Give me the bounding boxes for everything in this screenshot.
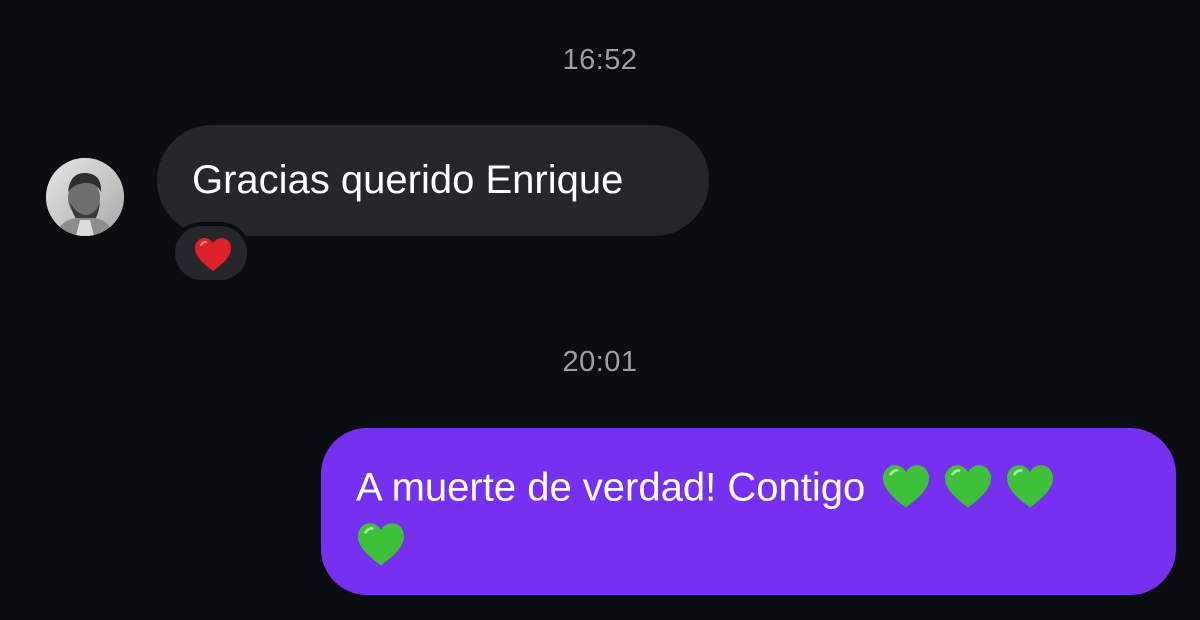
green-heart-icon xyxy=(945,465,992,508)
green-heart-icon xyxy=(883,465,930,508)
incoming-message-bubble[interactable]: Gracias querido Enrique xyxy=(157,125,709,236)
contact-avatar[interactable] xyxy=(46,158,124,236)
red-heart-icon xyxy=(195,238,231,271)
green-heart-icon xyxy=(358,523,404,566)
message-reaction[interactable] xyxy=(171,222,251,284)
incoming-message-text: Gracias querido Enrique xyxy=(192,158,624,202)
avatar-photo xyxy=(46,158,124,236)
chat-thread: 16:52 Gracias querido Enrique 20:01 A mu… xyxy=(0,0,1200,620)
timestamp: 20:01 xyxy=(562,346,638,378)
green-heart-icon xyxy=(1007,465,1054,508)
timestamp: 16:52 xyxy=(562,44,638,76)
outgoing-message-text: A muerte de verdad! Contigo xyxy=(356,465,866,510)
outgoing-message-bubble[interactable]: A muerte de verdad! Contigo xyxy=(321,428,1176,595)
